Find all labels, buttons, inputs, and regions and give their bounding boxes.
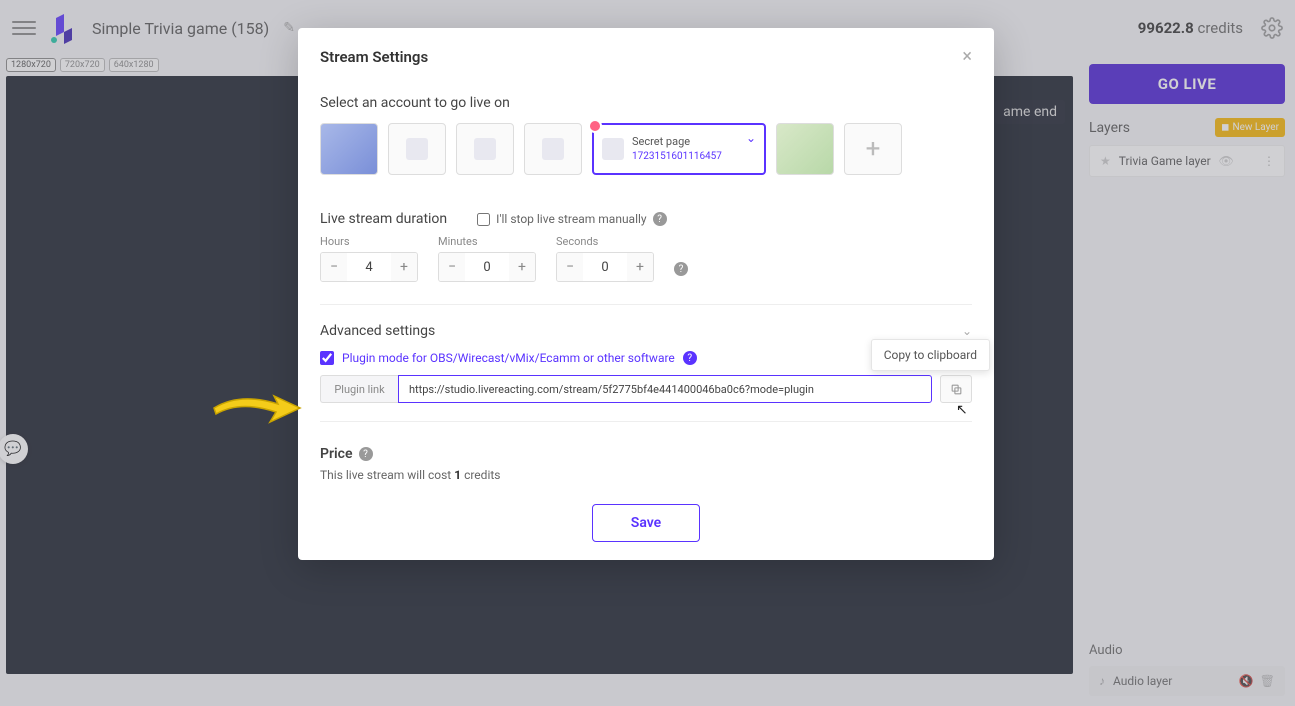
price-title: Price: [320, 446, 353, 462]
seconds-input[interactable]: [583, 253, 627, 281]
minutes-increment[interactable]: +: [509, 253, 535, 281]
modal-title: Stream Settings: [320, 48, 428, 66]
hours-stepper: − +: [320, 252, 418, 282]
advanced-settings-toggle[interactable]: Advanced settings ⌄: [320, 323, 972, 339]
plus-icon: +: [866, 134, 881, 164]
live-indicator-icon: [588, 119, 602, 133]
plugin-help-icon[interactable]: ?: [683, 351, 697, 365]
seconds-label: Seconds: [556, 235, 654, 248]
hours-decrement[interactable]: −: [321, 253, 347, 281]
minutes-decrement[interactable]: −: [439, 253, 465, 281]
account-selected[interactable]: Secret page 1723151601116457 ⌄: [592, 123, 766, 175]
cursor-icon: ↖: [956, 402, 968, 418]
minutes-label: Minutes: [438, 235, 536, 248]
seconds-stepper: − +: [556, 252, 654, 282]
account-list: Secret page 1723151601116457 ⌄ +: [320, 123, 972, 175]
seconds-decrement[interactable]: −: [557, 253, 583, 281]
account-option-4[interactable]: [524, 123, 582, 175]
copy-link-button[interactable]: [940, 375, 972, 403]
annotation-arrow: [210, 388, 306, 428]
selected-account-id: 1723151601116457: [632, 150, 722, 163]
close-modal-icon[interactable]: ×: [962, 46, 972, 67]
hours-label: Hours: [320, 235, 418, 248]
select-account-label: Select an account to go live on: [320, 95, 972, 111]
minutes-stepper: − +: [438, 252, 536, 282]
account-option-2[interactable]: [388, 123, 446, 175]
hours-input[interactable]: [347, 253, 391, 281]
duration-label: Live stream duration: [320, 211, 447, 227]
price-help-icon[interactable]: ?: [359, 447, 373, 461]
plugin-link-label: Plugin link: [320, 375, 398, 403]
price-text: This live stream will cost 1 credits: [320, 468, 972, 482]
account-option-6[interactable]: [776, 123, 834, 175]
add-account-button[interactable]: +: [844, 123, 902, 175]
plugin-mode-checkbox[interactable]: [320, 351, 334, 365]
stop-manually-checkbox-row[interactable]: I'll stop live stream manually ?: [477, 212, 666, 226]
account-option-1[interactable]: [320, 123, 378, 175]
copy-tooltip: Copy to clipboard: [871, 339, 990, 371]
account-option-3[interactable]: [456, 123, 514, 175]
chevron-down-icon[interactable]: ⌄: [746, 131, 756, 145]
stop-manually-checkbox[interactable]: [477, 213, 490, 226]
help-icon[interactable]: ?: [653, 212, 667, 226]
hours-increment[interactable]: +: [391, 253, 417, 281]
stream-settings-modal: Stream Settings × Select an account to g…: [298, 28, 994, 560]
seconds-increment[interactable]: +: [627, 253, 653, 281]
plugin-link-input[interactable]: [398, 375, 932, 403]
selected-account-name: Secret page: [632, 135, 722, 149]
chevron-down-icon: ⌄: [962, 324, 972, 338]
duration-help-icon[interactable]: ?: [674, 262, 688, 276]
minutes-input[interactable]: [465, 253, 509, 281]
save-button[interactable]: Save: [592, 504, 700, 542]
